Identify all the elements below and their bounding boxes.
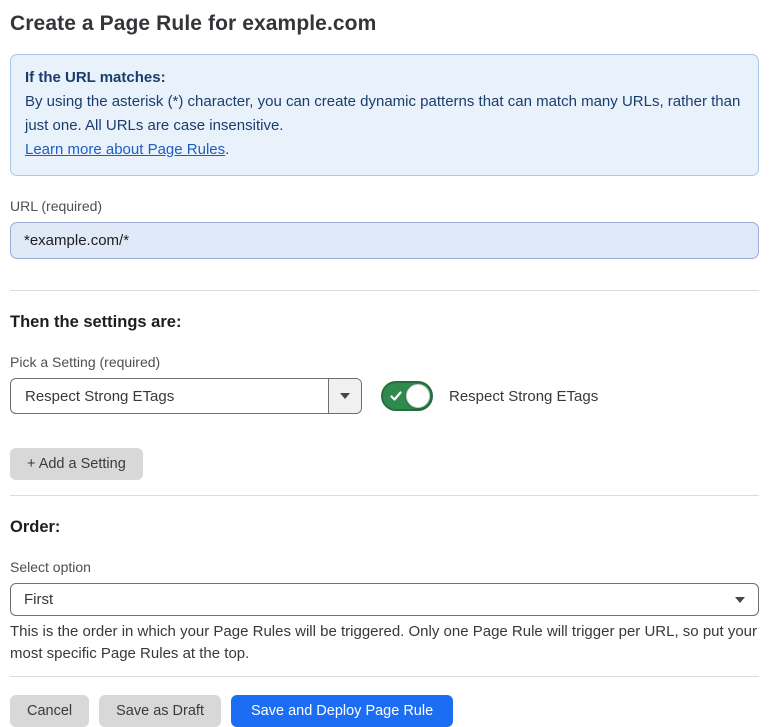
divider (10, 290, 759, 291)
order-select-label: Select option (10, 559, 759, 575)
info-box-body: By using the asterisk (*) character, you… (25, 90, 744, 138)
setting-select-arrow-button[interactable] (328, 379, 361, 413)
add-setting-button[interactable]: + Add a Setting (10, 448, 143, 480)
divider (10, 495, 759, 496)
chevron-down-icon (735, 597, 745, 603)
info-box-heading: If the URL matches: (25, 66, 744, 90)
save-as-draft-button[interactable]: Save as Draft (99, 695, 221, 727)
checkmark-icon (390, 390, 402, 402)
setting-select[interactable]: Respect Strong ETags (10, 378, 362, 414)
order-select[interactable]: First (10, 583, 759, 616)
toggle-label: Respect Strong ETags (449, 388, 598, 405)
url-match-info-box: If the URL matches: By using the asteris… (10, 54, 759, 176)
divider (10, 676, 759, 677)
cancel-button[interactable]: Cancel (10, 695, 89, 727)
order-section-heading: Order: (10, 518, 759, 537)
learn-more-link[interactable]: Learn more about Page Rules (25, 141, 225, 158)
setting-select-value: Respect Strong ETags (11, 379, 328, 413)
setting-row: Respect Strong ETags Respect Strong ETag… (10, 378, 759, 414)
info-box-link-line: Learn more about Page Rules. (25, 138, 744, 162)
url-input[interactable] (10, 222, 759, 259)
order-help-text: This is the order in which your Page Rul… (10, 621, 759, 664)
toggle-knob (406, 384, 430, 408)
page-title: Create a Page Rule for example.com (10, 12, 759, 36)
chevron-down-icon (340, 393, 350, 399)
link-suffix: . (225, 141, 229, 158)
settings-section-heading: Then the settings are: (10, 313, 759, 332)
create-page-rule-form: Create a Page Rule for example.com If th… (0, 0, 769, 718)
form-actions: Cancel Save as Draft Save and Deploy Pag… (10, 695, 759, 727)
url-label: URL (required) (10, 198, 759, 214)
order-select-value: First (24, 591, 53, 608)
save-and-deploy-button[interactable]: Save and Deploy Page Rule (231, 695, 453, 727)
setting-toggle[interactable] (381, 381, 433, 411)
pick-setting-label: Pick a Setting (required) (10, 354, 759, 370)
